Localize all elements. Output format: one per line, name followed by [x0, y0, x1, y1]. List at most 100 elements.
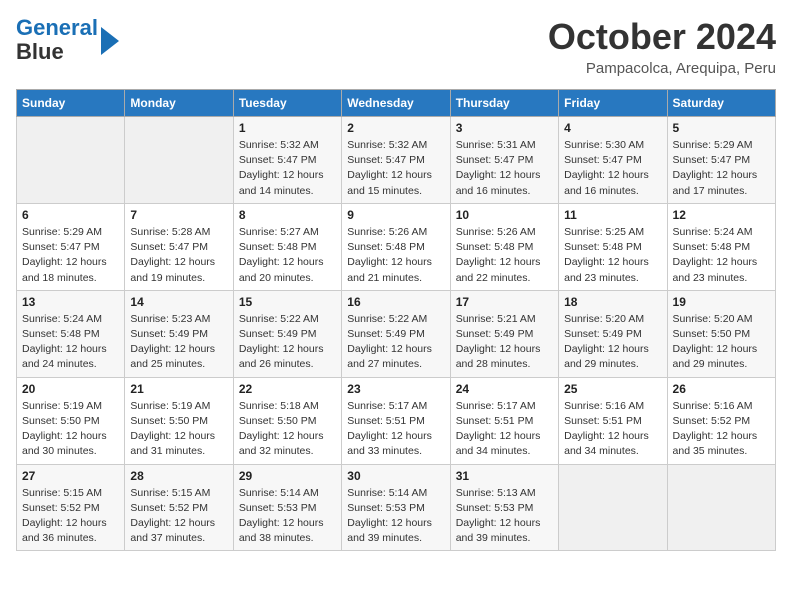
- logo-text: GeneralBlue: [16, 16, 98, 64]
- col-sunday: Sunday: [17, 90, 125, 117]
- day-info: Sunrise: 5:27 AMSunset: 5:48 PMDaylight:…: [239, 225, 336, 286]
- logo: GeneralBlue: [16, 16, 119, 64]
- day-number: 2: [347, 121, 444, 135]
- day-info: Sunrise: 5:26 AMSunset: 5:48 PMDaylight:…: [347, 225, 444, 286]
- page-header: GeneralBlue October 2024 Pampacolca, Are…: [16, 16, 776, 77]
- day-info: Sunrise: 5:32 AMSunset: 5:47 PMDaylight:…: [239, 138, 336, 199]
- day-info: Sunrise: 5:29 AMSunset: 5:47 PMDaylight:…: [673, 138, 770, 199]
- day-info: Sunrise: 5:14 AMSunset: 5:53 PMDaylight:…: [347, 486, 444, 547]
- calendar-cell: 28 Sunrise: 5:15 AMSunset: 5:52 PMDayligh…: [125, 464, 233, 551]
- calendar-cell: 23Sunrise: 5:17 AMSunset: 5:51 PMDayligh…: [342, 377, 450, 464]
- day-number: 4: [564, 121, 661, 135]
- day-number: 14: [130, 295, 227, 309]
- day-info: Sunrise: 5:15 AMSunset: 5:52 PMDaylight:…: [22, 486, 119, 547]
- calendar-cell: 29 Sunrise: 5:14 AMSunset: 5:53 PMDayligh…: [233, 464, 341, 551]
- calendar-cell: 10 Sunrise: 5:26 AMSunset: 5:48 PMDayligh…: [450, 203, 558, 290]
- calendar-cell: 24 Sunrise: 5:17 AMSunset: 5:51 PMDayligh…: [450, 377, 558, 464]
- day-info: Sunrise: 5:31 AMSunset: 5:47 PMDaylight:…: [456, 138, 553, 199]
- title-block: October 2024 Pampacolca, Arequipa, Peru: [548, 16, 776, 77]
- day-info: Sunrise: 5:28 AMSunset: 5:47 PMDaylight:…: [130, 225, 227, 286]
- day-number: 26: [673, 382, 770, 396]
- calendar-cell: 30Sunrise: 5:14 AMSunset: 5:53 PMDayligh…: [342, 464, 450, 551]
- calendar-cell: 26Sunrise: 5:16 AMSunset: 5:52 PMDayligh…: [667, 377, 775, 464]
- calendar-cell: [559, 464, 667, 551]
- col-tuesday: Tuesday: [233, 90, 341, 117]
- calendar-cell: 2 Sunrise: 5:32 AMSunset: 5:47 PMDaylight…: [342, 117, 450, 204]
- day-info: Sunrise: 5:20 AMSunset: 5:49 PMDaylight:…: [564, 312, 661, 373]
- day-number: 28: [130, 469, 227, 483]
- day-number: 20: [22, 382, 119, 396]
- day-info: Sunrise: 5:17 AMSunset: 5:51 PMDaylight:…: [456, 399, 553, 460]
- day-info: Sunrise: 5:29 AMSunset: 5:47 PMDaylight:…: [22, 225, 119, 286]
- day-number: 15: [239, 295, 336, 309]
- day-info: Sunrise: 5:24 AMSunset: 5:48 PMDaylight:…: [673, 225, 770, 286]
- calendar-cell: 27 Sunrise: 5:15 AMSunset: 5:52 PMDayligh…: [17, 464, 125, 551]
- day-info: Sunrise: 5:23 AMSunset: 5:49 PMDaylight:…: [130, 312, 227, 373]
- day-number: 27: [22, 469, 119, 483]
- day-number: 5: [673, 121, 770, 135]
- day-number: 19: [673, 295, 770, 309]
- calendar-cell: 17 Sunrise: 5:21 AMSunset: 5:49 PMDayligh…: [450, 290, 558, 377]
- day-number: 11: [564, 208, 661, 222]
- day-number: 16: [347, 295, 444, 309]
- day-number: 10: [456, 208, 553, 222]
- calendar-cell: 31Sunrise: 5:13 AMSunset: 5:53 PMDayligh…: [450, 464, 558, 551]
- header-row: Sunday Monday Tuesday Wednesday Thursday…: [17, 90, 776, 117]
- day-info: Sunrise: 5:19 AMSunset: 5:50 PMDaylight:…: [22, 399, 119, 460]
- calendar-cell: [125, 117, 233, 204]
- day-info: Sunrise: 5:20 AMSunset: 5:50 PMDaylight:…: [673, 312, 770, 373]
- calendar-table: Sunday Monday Tuesday Wednesday Thursday…: [16, 89, 776, 551]
- location: Pampacolca, Arequipa, Peru: [548, 60, 776, 77]
- calendar-cell: 14 Sunrise: 5:23 AMSunset: 5:49 PMDayligh…: [125, 290, 233, 377]
- col-wednesday: Wednesday: [342, 90, 450, 117]
- calendar-cell: 9 Sunrise: 5:26 AMSunset: 5:48 PMDaylight…: [342, 203, 450, 290]
- calendar-cell: 18 Sunrise: 5:20 AMSunset: 5:49 PMDayligh…: [559, 290, 667, 377]
- day-number: 24: [456, 382, 553, 396]
- calendar-cell: 19 Sunrise: 5:20 AMSunset: 5:50 PMDayligh…: [667, 290, 775, 377]
- calendar-cell: [667, 464, 775, 551]
- month-title: October 2024: [548, 16, 776, 58]
- day-info: Sunrise: 5:25 AMSunset: 5:48 PMDaylight:…: [564, 225, 661, 286]
- day-number: 31: [456, 469, 553, 483]
- day-info: Sunrise: 5:14 AMSunset: 5:53 PMDaylight:…: [239, 486, 336, 547]
- day-number: 12: [673, 208, 770, 222]
- day-number: 17: [456, 295, 553, 309]
- day-number: 22: [239, 382, 336, 396]
- day-number: 18: [564, 295, 661, 309]
- calendar-cell: 21 Sunrise: 5:19 AMSunset: 5:50 PMDayligh…: [125, 377, 233, 464]
- day-info: Sunrise: 5:32 AMSunset: 5:47 PMDaylight:…: [347, 138, 444, 199]
- calendar-cell: 25Sunrise: 5:16 AMSunset: 5:51 PMDayligh…: [559, 377, 667, 464]
- day-info: Sunrise: 5:15 AMSunset: 5:52 PMDaylight:…: [130, 486, 227, 547]
- calendar-cell: [17, 117, 125, 204]
- day-info: Sunrise: 5:21 AMSunset: 5:49 PMDaylight:…: [456, 312, 553, 373]
- day-number: 9: [347, 208, 444, 222]
- calendar-cell: 4Sunrise: 5:30 AMSunset: 5:47 PMDaylight…: [559, 117, 667, 204]
- day-info: Sunrise: 5:17 AMSunset: 5:51 PMDaylight:…: [347, 399, 444, 460]
- logo-arrow-icon: [101, 27, 119, 55]
- col-thursday: Thursday: [450, 90, 558, 117]
- day-info: Sunrise: 5:19 AMSunset: 5:50 PMDaylight:…: [130, 399, 227, 460]
- calendar-cell: 3 Sunrise: 5:31 AMSunset: 5:47 PMDaylight…: [450, 117, 558, 204]
- day-info: Sunrise: 5:16 AMSunset: 5:51 PMDaylight:…: [564, 399, 661, 460]
- calendar-week-5: 27 Sunrise: 5:15 AMSunset: 5:52 PMDayligh…: [17, 464, 776, 551]
- calendar-cell: 22Sunrise: 5:18 AMSunset: 5:50 PMDayligh…: [233, 377, 341, 464]
- day-number: 29: [239, 469, 336, 483]
- calendar-week-2: 6Sunrise: 5:29 AMSunset: 5:47 PMDaylight…: [17, 203, 776, 290]
- col-monday: Monday: [125, 90, 233, 117]
- calendar-cell: 11 Sunrise: 5:25 AMSunset: 5:48 PMDayligh…: [559, 203, 667, 290]
- day-info: Sunrise: 5:22 AMSunset: 5:49 PMDaylight:…: [239, 312, 336, 373]
- day-number: 7: [130, 208, 227, 222]
- calendar-week-1: 1Sunrise: 5:32 AMSunset: 5:47 PMDaylight…: [17, 117, 776, 204]
- calendar-week-4: 20 Sunrise: 5:19 AMSunset: 5:50 PMDayligh…: [17, 377, 776, 464]
- day-number: 3: [456, 121, 553, 135]
- calendar-cell: 1Sunrise: 5:32 AMSunset: 5:47 PMDaylight…: [233, 117, 341, 204]
- day-number: 13: [22, 295, 119, 309]
- calendar-cell: 16Sunrise: 5:22 AMSunset: 5:49 PMDayligh…: [342, 290, 450, 377]
- day-info: Sunrise: 5:24 AMSunset: 5:48 PMDaylight:…: [22, 312, 119, 373]
- calendar-cell: 13 Sunrise: 5:24 AMSunset: 5:48 PMDayligh…: [17, 290, 125, 377]
- calendar-cell: 12 Sunrise: 5:24 AMSunset: 5:48 PMDayligh…: [667, 203, 775, 290]
- day-number: 21: [130, 382, 227, 396]
- calendar-cell: 15 Sunrise: 5:22 AMSunset: 5:49 PMDayligh…: [233, 290, 341, 377]
- calendar-cell: 6Sunrise: 5:29 AMSunset: 5:47 PMDaylight…: [17, 203, 125, 290]
- day-info: Sunrise: 5:26 AMSunset: 5:48 PMDaylight:…: [456, 225, 553, 286]
